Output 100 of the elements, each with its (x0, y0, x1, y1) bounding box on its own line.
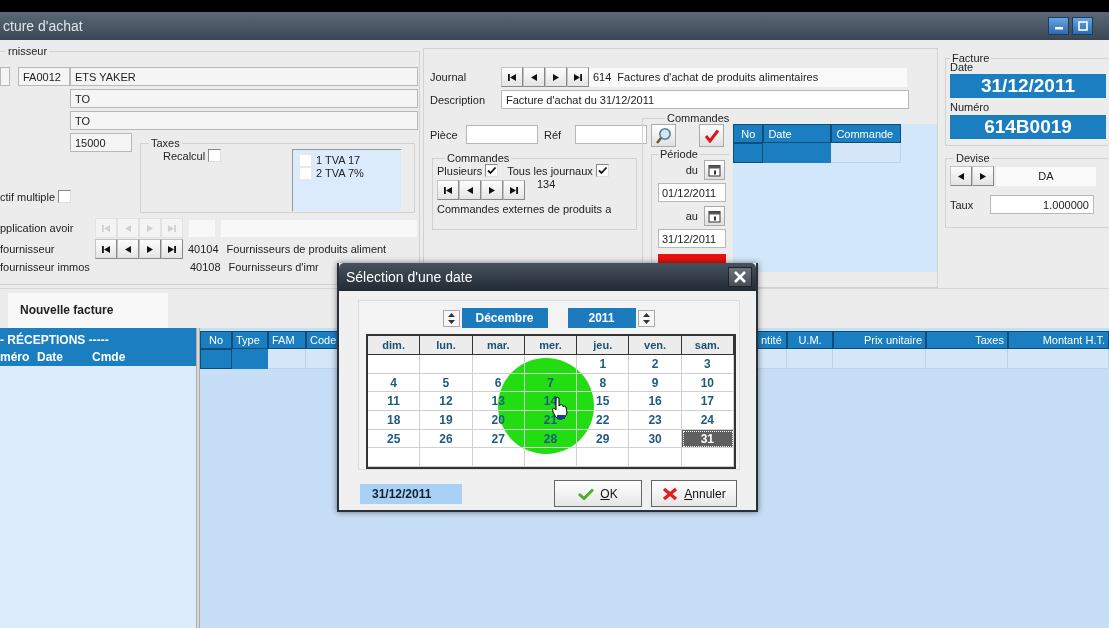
group-label: Facture (950, 52, 991, 64)
postal-code-field[interactable]: 15000 (70, 133, 132, 152)
tab[interactable]: Nouvelle facture (8, 293, 168, 328)
day-cell[interactable]: 11 (368, 392, 421, 412)
day-cell[interactable]: 23 (629, 411, 682, 430)
column-header: Date (763, 124, 832, 143)
account-name: Fournisseurs de produits aliment (226, 243, 387, 255)
year-field[interactable]: 2011 (567, 308, 636, 328)
column-header: FAM (268, 331, 306, 349)
checkbox-label: ctif multiple (0, 190, 56, 203)
group-label: Commandes (446, 152, 511, 164)
weekday-header: ven. (629, 336, 682, 355)
address-field[interactable]: TO (70, 89, 418, 108)
group-label: Devise (955, 152, 991, 164)
date-value-field[interactable]: 31/12/2011 (360, 483, 462, 504)
column-header: No (200, 331, 232, 349)
ok-button[interactable]: OK (554, 480, 642, 507)
field-label: Description (430, 93, 487, 106)
account-number: 40104 (188, 243, 219, 255)
field-label: Taux (950, 198, 975, 211)
field-label: fournisseur (0, 243, 56, 255)
weekday-header: jeu. (577, 336, 630, 355)
column-header: No (733, 124, 764, 143)
description-field[interactable]: Facture d'achat du 31/12/2011 (501, 90, 909, 109)
day-cell[interactable]: 24 (681, 411, 734, 430)
column-header: Cmde (92, 350, 127, 364)
weekday-header: dim. (368, 336, 421, 355)
day-cell[interactable]: 9 (629, 373, 682, 393)
column-header: Montant H.T. (1008, 331, 1109, 349)
currency-field[interactable]: DA (996, 166, 1096, 186)
list-item: 2 TVA 7% (316, 167, 364, 180)
day-cell[interactable]: 17 (681, 392, 734, 412)
column-header: Prix unitaire (833, 331, 926, 349)
window-title: cture d'achat (3, 18, 83, 34)
day-cell[interactable]: 27 (472, 429, 525, 449)
journal-field[interactable]: 614 Factures d'achat de produits alimentaires (589, 67, 907, 87)
supplier-code-field[interactable]: FA0012 (18, 67, 70, 86)
group-label: Période (659, 148, 699, 160)
checkbox-label: Tous les journaux (507, 164, 593, 177)
day-cell[interactable]: 19 (420, 411, 473, 430)
field-label: Numéro (950, 101, 991, 113)
day-cell[interactable]: 22 (577, 411, 630, 430)
column-header: ntité (757, 331, 787, 349)
day-cell[interactable]: 2 (629, 355, 682, 374)
journal-name: Factures d'achat de produits alimentaires (617, 71, 819, 83)
column-header: Commande (831, 124, 902, 143)
group-label: Taxes (150, 137, 181, 149)
day-cell[interactable]: 10 (681, 373, 734, 393)
day-cell[interactable]: 26 (420, 429, 473, 449)
journal-number: 614 (593, 71, 612, 83)
column-header: Taxes (926, 331, 1008, 349)
day-cell[interactable]: 28 (524, 429, 578, 449)
weekday-header: mer. (524, 336, 578, 355)
invoice-date-field: 31/12/2011 (950, 74, 1106, 98)
column-header: méro (0, 350, 31, 364)
field-label: Pièce (430, 128, 459, 141)
address-field[interactable]: TO (70, 111, 418, 130)
day-cell[interactable]: 7 (524, 373, 578, 393)
account-number: 40108 (190, 261, 221, 273)
weekday-header: lun. (420, 336, 473, 355)
day-cell[interactable]: 15 (577, 392, 630, 412)
checkbox-label: Plusieurs (437, 164, 483, 177)
cancel-button[interactable]: Annuler (651, 480, 737, 507)
checkbox-label: Recalcul (163, 149, 206, 162)
account-name: Fournisseurs d'imr (228, 261, 319, 273)
day-cell[interactable]: 16 (629, 392, 682, 412)
day-cell[interactable]: 29 (577, 429, 630, 449)
list-item: 1 TVA 17 (316, 154, 361, 167)
rate-field[interactable]: 1.000000 (990, 195, 1094, 214)
field-label: Date (950, 61, 974, 73)
day-cell[interactable]: 1 (577, 355, 630, 374)
day-cell[interactable]: 12 (420, 392, 473, 412)
day-cell[interactable]: 25 (368, 429, 421, 449)
order-number: 134 (537, 178, 556, 190)
column-header: Date (37, 350, 64, 364)
day-cell[interactable]: 3 (681, 355, 734, 374)
field-label: Journal (430, 71, 468, 83)
field-label: pplication avoir (0, 222, 75, 234)
invoice-number-field: 614B0019 (950, 115, 1106, 139)
month-field[interactable]: Décembre (461, 308, 548, 328)
day-cell[interactable]: 30 (629, 429, 682, 449)
date-field[interactable]: 31/12/2011 (658, 229, 726, 248)
day-cell[interactable]: 6 (472, 373, 525, 393)
panel-title: - RÉCEPTIONS ----- (0, 333, 109, 347)
dialog-title: Sélection d'une date (346, 269, 473, 285)
field-label: Réf (544, 128, 563, 141)
order-journal-name: Commandes externes de produits a (437, 203, 612, 215)
date-field[interactable]: 01/12/2011 (658, 183, 726, 202)
day-cell[interactable]: 18 (368, 411, 421, 430)
group-label: Commandes (666, 112, 731, 124)
supplier-name-field[interactable]: ETS YAKER (70, 67, 418, 86)
column-header: U.M. (787, 331, 833, 349)
day-cell[interactable]: 8 (577, 373, 630, 393)
day-cell[interactable]: 5 (420, 373, 473, 393)
column-header: Type (232, 331, 268, 349)
weekday-header: sam. (681, 336, 734, 355)
weekday-header: mar. (472, 336, 525, 355)
day-cell[interactable]: 4 (368, 373, 421, 393)
field-label: au (685, 210, 698, 222)
field-label: fournisseur immos (0, 261, 91, 273)
